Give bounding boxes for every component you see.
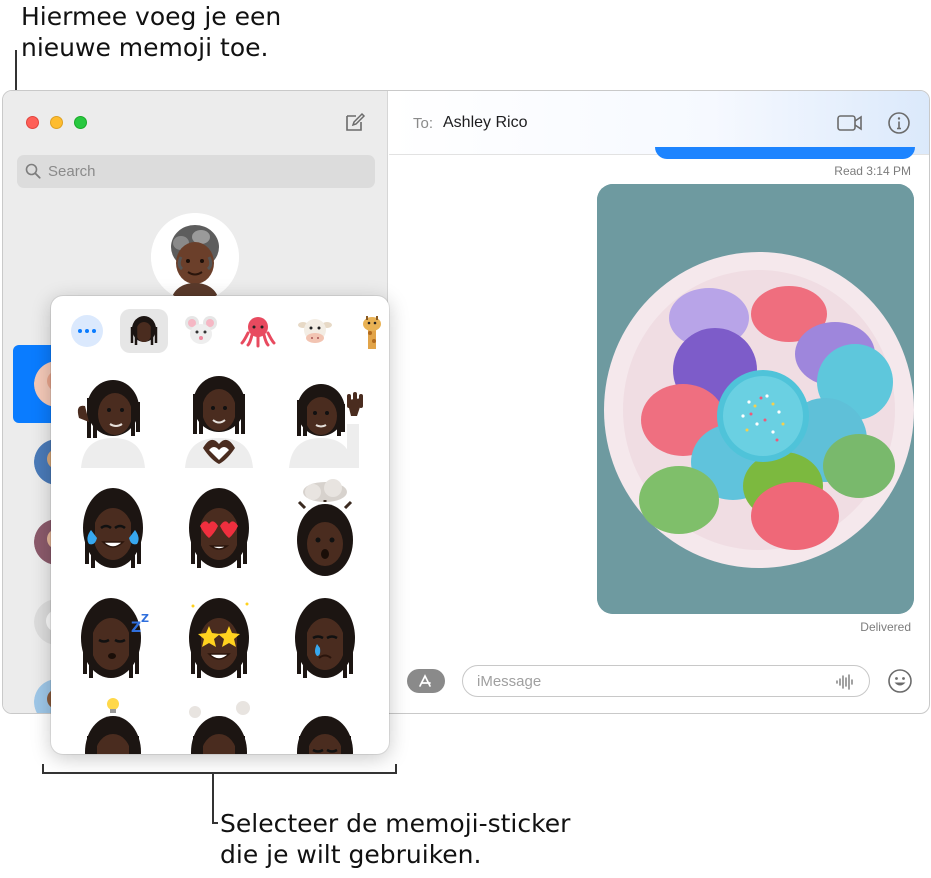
giraffe-icon [363, 316, 381, 349]
annotation-bottom-line1: Selecteer de memoji-sticker [220, 809, 571, 838]
cow-icon [298, 319, 332, 343]
minimize-window-button[interactable] [50, 116, 63, 129]
sticker-mind-blown[interactable] [275, 478, 375, 578]
to-label: To: [413, 115, 434, 132]
memoji-icon [130, 316, 158, 345]
video-call-icon[interactable] [836, 111, 864, 135]
recipient-name[interactable]: Ashley Rico [443, 114, 527, 132]
close-window-button[interactable] [26, 116, 39, 129]
tab-mouse[interactable] [177, 309, 225, 353]
zoom-window-button[interactable] [74, 116, 87, 129]
compose-icon[interactable] [344, 111, 366, 133]
sticker-heart-eyes[interactable] [169, 478, 269, 578]
delivery-status: Delivered [860, 620, 911, 634]
sticker-cloudy[interactable] [169, 696, 269, 754]
sticker-idea[interactable] [63, 696, 163, 754]
search-icon [25, 163, 41, 179]
sticker-heart-hands[interactable] [169, 368, 269, 468]
search-placeholder: Search [48, 163, 96, 180]
tab-new-memoji[interactable] [63, 309, 111, 353]
tab-cow[interactable] [291, 309, 339, 353]
message-field[interactable] [462, 665, 870, 697]
sticker-grid: ZZ [51, 362, 389, 754]
info-icon[interactable] [887, 111, 911, 135]
tab-giraffe[interactable] [348, 309, 389, 353]
conversation-header: To: Ashley Rico [389, 91, 929, 155]
sticker-tears-of-joy[interactable] [63, 478, 163, 578]
annotation-bottom-leader-horizontal [212, 822, 218, 824]
svg-text:Z: Z [131, 620, 141, 636]
more-icon [71, 315, 103, 347]
emoji-icon[interactable] [887, 668, 913, 694]
tab-octopus[interactable] [234, 309, 282, 353]
sticker-sneezing[interactable] [275, 696, 375, 754]
audio-message-icon[interactable] [835, 673, 855, 691]
annotation-top-line2: nieuwe memoji toe. [21, 33, 269, 62]
sticker-crying[interactable] [275, 586, 375, 686]
annotation-top-line1: Hiermee voeg je een [21, 2, 282, 31]
sticker-wave[interactable] [275, 368, 375, 468]
sticker-pack-tabs [51, 296, 389, 362]
pinned-contact-avatar[interactable] [151, 213, 239, 301]
app-store-button[interactable] [407, 669, 445, 693]
annotation-bottom-leader-vertical [212, 774, 214, 824]
photo-message[interactable] [597, 184, 914, 614]
annotation-bottom: Selecteer de memoji-sticker die je wilt … [220, 808, 570, 870]
annotation-top: Hiermee voeg je een nieuwe memoji toe. [21, 1, 281, 63]
annotation-bottom-line2: die je wilt gebruiken. [220, 840, 482, 869]
tab-memoji[interactable] [120, 309, 168, 353]
message-input[interactable] [477, 671, 817, 691]
memoji-sticker-panel: ZZ [51, 296, 389, 754]
app-store-icon [419, 674, 431, 687]
previous-message-bubble[interactable] [655, 147, 915, 159]
mouse-icon [185, 316, 217, 344]
read-receipt: Read 3:14 PM [834, 164, 911, 178]
annotation-bracket [42, 764, 397, 774]
sticker-star-struck[interactable] [169, 586, 269, 686]
sticker-sleeping[interactable]: ZZ [63, 586, 163, 686]
octopus-icon [240, 317, 276, 348]
sticker-call-me[interactable] [63, 368, 163, 468]
svg-text:Z: Z [141, 612, 149, 625]
search-field[interactable]: Search [17, 155, 375, 188]
